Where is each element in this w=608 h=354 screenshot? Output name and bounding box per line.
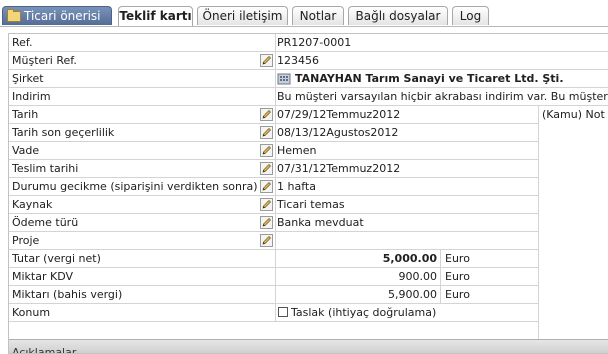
- tab-label: Log: [459, 9, 482, 23]
- discount-value: Bu müşteri varsayılan hiçbir akrabası in…: [277, 90, 608, 103]
- pencil-edit-icon[interactable]: [260, 108, 273, 121]
- tab-label: Ticari önerisi: [24, 9, 101, 23]
- ref-label: Ref.: [12, 36, 33, 49]
- row-amount-net: Tutar (vergi net) 5,000.00 Euro: [9, 250, 539, 268]
- tab-bar: Ticari önerisi Teklif kartı Öneri iletiş…: [0, 0, 608, 27]
- pencil-edit-icon[interactable]: [260, 180, 273, 193]
- row-company: Şirket TANAYHAN Tarım Sanayi ve Ticaret …: [9, 70, 608, 88]
- row-payment-type: Ödeme türü Banka mevduat: [9, 214, 539, 232]
- company-label: Şirket: [12, 72, 44, 85]
- column-divider: [275, 88, 276, 105]
- column-divider: [275, 232, 276, 249]
- amount-net-value: 5,000.00: [382, 252, 437, 265]
- column-divider: [275, 304, 276, 321]
- amount-net-label: Tutar (vergi net): [12, 252, 101, 265]
- customer-ref-value: 123456: [277, 54, 319, 67]
- tab-label: Notlar: [299, 9, 337, 23]
- project-label: Proje: [12, 234, 40, 247]
- row-discount: Indirim Bu müşteri varsayılan hiçbir akr…: [9, 88, 608, 106]
- tab-linked-files[interactable]: Bağlı dosyalar: [348, 6, 448, 25]
- currency-label: Euro: [445, 270, 470, 283]
- row-status: Konum Taslak (ihtiyaç doğrulama): [9, 304, 539, 322]
- tab-label: Öneri iletişim: [202, 9, 283, 23]
- date-value: 07/29/12Temmuz2012: [277, 108, 401, 121]
- row-due: Vade Hemen: [9, 142, 539, 160]
- column-divider: [275, 160, 276, 177]
- draft-checkbox-label: Taslak (ihtiyaç doğrulama): [291, 306, 437, 319]
- column-divider: [275, 52, 276, 69]
- amount-incl-tax-label: Miktarı (bahis vergi): [12, 288, 123, 301]
- column-divider: [275, 196, 276, 213]
- row-delivery-date: Teslim tarihi 07/31/12Temmuz2012: [9, 160, 539, 178]
- draft-checkbox[interactable]: [278, 307, 288, 317]
- row-vat: Miktar KDV 900.00 Euro: [9, 268, 539, 286]
- currency-label: Euro: [445, 252, 470, 265]
- building-icon: [277, 73, 291, 85]
- column-divider: [440, 250, 441, 267]
- vat-label: Miktar KDV: [12, 270, 74, 283]
- column-divider: [275, 286, 276, 303]
- public-note-label: (Kamu) Not: [542, 108, 605, 121]
- column-divider: [275, 124, 276, 141]
- tab-offer-card[interactable]: Teklif kartı: [118, 6, 193, 26]
- pencil-edit-icon[interactable]: [260, 54, 273, 67]
- row-customer-ref: Müşteri Ref. 123456: [9, 52, 608, 70]
- column-divider: [275, 106, 276, 123]
- source-value: Ticari temas: [277, 198, 345, 211]
- column-divider: [275, 268, 276, 285]
- pencil-edit-icon[interactable]: [260, 216, 273, 229]
- vat-value: 900.00: [398, 270, 438, 283]
- amount-incl-tax-value: 5,900.00: [388, 288, 437, 301]
- column-divider: [275, 70, 276, 87]
- delay-label: Durumu gecikme (siparişini verdikten son…: [12, 180, 258, 193]
- section-title: Açıklamalar: [12, 346, 77, 354]
- pencil-edit-icon[interactable]: [260, 162, 273, 175]
- column-divider: [275, 250, 276, 267]
- tab-label: Bağlı dosyalar: [355, 9, 441, 23]
- pencil-edit-icon[interactable]: [260, 144, 273, 157]
- row-project: Proje: [9, 232, 539, 250]
- company-link[interactable]: TANAYHAN Tarım Sanayi ve Ticaret Ltd. Şt…: [295, 70, 564, 87]
- validity-value: 08/13/12Agustos2012: [277, 126, 399, 139]
- row-delay: Durumu gecikme (siparişini verdikten son…: [9, 178, 539, 196]
- delivery-date-label: Teslim tarihi: [12, 162, 79, 175]
- column-divider: [275, 142, 276, 159]
- source-label: Kaynak: [12, 198, 53, 211]
- column-divider: [275, 214, 276, 231]
- column-divider: [275, 178, 276, 195]
- payment-type-label: Ödeme türü: [12, 216, 79, 229]
- offer-card-table: Ref. PR1207-0001 Müşteri Ref. 123456 Şir…: [8, 33, 608, 354]
- ref-value: PR1207-0001: [277, 36, 352, 49]
- row-date: Tarih 07/29/12Temmuz2012: [9, 106, 539, 124]
- row-amount-incl-tax: Miktarı (bahis vergi) 5,900.00 Euro: [9, 286, 539, 304]
- tab-offer-contact[interactable]: Öneri iletişim: [197, 6, 288, 25]
- currency-label: Euro: [445, 288, 470, 301]
- column-divider: [440, 286, 441, 303]
- due-label: Vade: [12, 144, 40, 157]
- customer-ref-label: Müşteri Ref.: [12, 54, 77, 67]
- folder-icon: [7, 9, 21, 22]
- pencil-edit-icon[interactable]: [260, 234, 273, 247]
- tab-notes[interactable]: Notlar: [292, 6, 344, 25]
- discount-label: Indirim: [12, 90, 51, 103]
- delivery-date-value: 07/31/12Temmuz2012: [277, 162, 401, 175]
- row-source: Kaynak Ticari temas: [9, 196, 539, 214]
- tab-label: Teklif kartı: [119, 9, 192, 23]
- payment-type-value: Banka mevduat: [277, 216, 364, 229]
- row-ref: Ref. PR1207-0001: [9, 34, 608, 52]
- tab-log[interactable]: Log: [452, 6, 489, 25]
- date-label: Tarih: [12, 108, 39, 121]
- tab-commercial-proposal[interactable]: Ticari önerisi: [2, 6, 112, 25]
- column-divider: [440, 268, 441, 285]
- pencil-edit-icon[interactable]: [260, 126, 273, 139]
- due-value: Hemen: [277, 144, 317, 157]
- status-label: Konum: [12, 306, 51, 319]
- validity-label: Tarih son geçerlilik: [12, 126, 115, 139]
- pencil-edit-icon[interactable]: [260, 198, 273, 211]
- delay-value: 1 hafta: [277, 180, 316, 193]
- column-divider: [275, 34, 276, 51]
- description-section-header[interactable]: Açıklamalar: [9, 339, 608, 354]
- row-validity: Tarih son geçerlilik 08/13/12Agustos2012: [9, 124, 539, 142]
